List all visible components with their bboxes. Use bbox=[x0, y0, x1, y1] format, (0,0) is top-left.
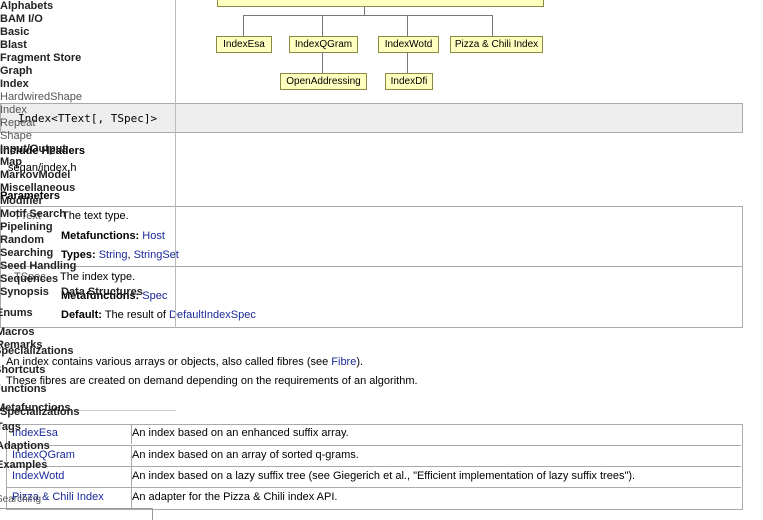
sidebar-item-seed-handling[interactable]: Seed Handling bbox=[0, 260, 76, 272]
sidebar-item-blast[interactable]: Blast bbox=[0, 39, 27, 51]
sidebar-item-fragment-store[interactable]: Fragment Store bbox=[0, 52, 81, 64]
remarks-text: An index contains various arrays or obje… bbox=[6, 356, 329, 368]
sidebar-section-specializations-2[interactable]: Specializations bbox=[0, 406, 79, 418]
sidebar-item-motif-search[interactable]: Motif Search bbox=[0, 208, 66, 220]
sidebar-section-examples[interactable]: Examples bbox=[0, 459, 47, 471]
param-desc-ttext: The text type. bbox=[62, 210, 129, 222]
sidebar-item-index[interactable]: Index bbox=[0, 78, 29, 90]
sidebar-item-graph[interactable]: Graph bbox=[0, 65, 32, 77]
diagram-node-openaddressing[interactable]: OpenAddressing bbox=[280, 73, 367, 90]
signature-text: Index<TText[, TSpec]> bbox=[18, 112, 158, 125]
sidebar-item-searching[interactable]: Searching bbox=[0, 247, 53, 259]
sidebar-section-macros[interactable]: Macros bbox=[0, 326, 35, 338]
diagram-parent-node bbox=[217, 0, 544, 7]
diagram-node-indexesa[interactable]: IndexEsa bbox=[216, 36, 272, 53]
link-spec[interactable]: Spec bbox=[142, 290, 167, 302]
diagram-connector bbox=[243, 15, 244, 36]
diagram-node-indexqgram[interactable]: IndexQGram bbox=[289, 36, 358, 53]
parameters-divider bbox=[0, 266, 742, 267]
sidebar-section-specializations[interactable]: Specializations bbox=[0, 345, 73, 357]
default-text: The result of bbox=[104, 309, 166, 321]
diagram-node-indexdfi[interactable]: IndexDfi bbox=[385, 73, 433, 90]
sidebar-subitem-shape[interactable]: Shape bbox=[0, 130, 32, 142]
sidebar-section-adaptions[interactable]: Adaptions bbox=[0, 440, 50, 452]
diagram-connector bbox=[492, 15, 493, 36]
sidebar-item-markovmodel[interactable]: MarkovModel bbox=[0, 169, 70, 181]
param-tspec-default: Default: The result of DefaultIndexSpec bbox=[61, 309, 256, 321]
diagram-connector bbox=[407, 52, 408, 73]
spec-desc: An index based on a lazy suffix tree (se… bbox=[132, 470, 636, 482]
sidebar-item-modifier[interactable]: Modifier bbox=[0, 195, 43, 207]
link-defaultindexspec[interactable]: DefaultIndexSpec bbox=[169, 309, 256, 321]
diagram-connector bbox=[322, 15, 323, 36]
link-stringset[interactable]: StringSet bbox=[134, 249, 179, 261]
link-string[interactable]: String bbox=[99, 249, 128, 261]
sidebar-item-alphabets[interactable]: Alphabets bbox=[0, 0, 53, 12]
link-fibre[interactable]: Fibre bbox=[331, 356, 356, 368]
sidebar-item-input-output[interactable]: Input/Output bbox=[0, 143, 66, 155]
diagram-connector bbox=[364, 7, 365, 15]
metafunctions-label: Metafunctions: bbox=[61, 230, 140, 242]
sidebar-item-sequences[interactable]: Sequences bbox=[0, 273, 58, 285]
sidebar-searching-label: Searching bbox=[0, 494, 42, 505]
sidebar-subitem-index[interactable]: Index bbox=[0, 104, 27, 116]
sidebar-item-random[interactable]: Random bbox=[0, 234, 44, 246]
default-label: Default: bbox=[61, 309, 102, 321]
sidebar-subitem-hardwiredshape[interactable]: HardwiredShape bbox=[0, 91, 82, 103]
diagram-connector bbox=[407, 15, 408, 36]
sidebar-item-data-structures[interactable]: Data Structures bbox=[61, 286, 143, 298]
sidebar-border bbox=[175, 0, 176, 328]
remarks-line-1: An index contains various arrays or obje… bbox=[6, 356, 363, 368]
sidebar-item-miscellaneous[interactable]: Miscellaneous bbox=[0, 182, 75, 194]
remarks-suffix: ). bbox=[356, 356, 364, 368]
sidebar-item-basic[interactable]: Basic bbox=[0, 26, 29, 38]
sidebar-section-tags[interactable]: Tags bbox=[0, 421, 21, 433]
sidebar-section-shortcuts[interactable]: Shortcuts bbox=[0, 364, 45, 376]
sidebar-section-enums[interactable]: Enums bbox=[0, 307, 33, 319]
sidebar-section-functions[interactable]: Functions bbox=[0, 383, 47, 395]
diagram-node-indexwotd[interactable]: IndexWotd bbox=[378, 36, 439, 53]
diagram-node-pizza-chili[interactable]: Pizza & Chili Index bbox=[450, 36, 543, 53]
types-separator: , bbox=[127, 249, 131, 261]
sidebar-item-map[interactable]: Map bbox=[0, 156, 22, 168]
diagram-connector bbox=[322, 52, 323, 73]
link-host[interactable]: Host bbox=[142, 230, 165, 242]
remarks-line-2: These fibres are created on demand depen… bbox=[6, 375, 418, 387]
sidebar-item-synopsis[interactable]: Synopsis bbox=[0, 286, 49, 298]
param-desc-tspec: The index type. bbox=[60, 271, 136, 283]
param-ttext-metafunctions: Metafunctions: Host bbox=[61, 230, 165, 242]
sidebar-item-pipelining[interactable]: Pipelining bbox=[0, 221, 53, 233]
diagram-connector bbox=[243, 15, 492, 16]
param-ttext-types: Types: String, StringSet bbox=[61, 249, 179, 261]
sidebar-subitem-repeat[interactable]: Repeat bbox=[0, 117, 35, 129]
sidebar-item-bam-io[interactable]: BAM I/O bbox=[0, 13, 43, 25]
